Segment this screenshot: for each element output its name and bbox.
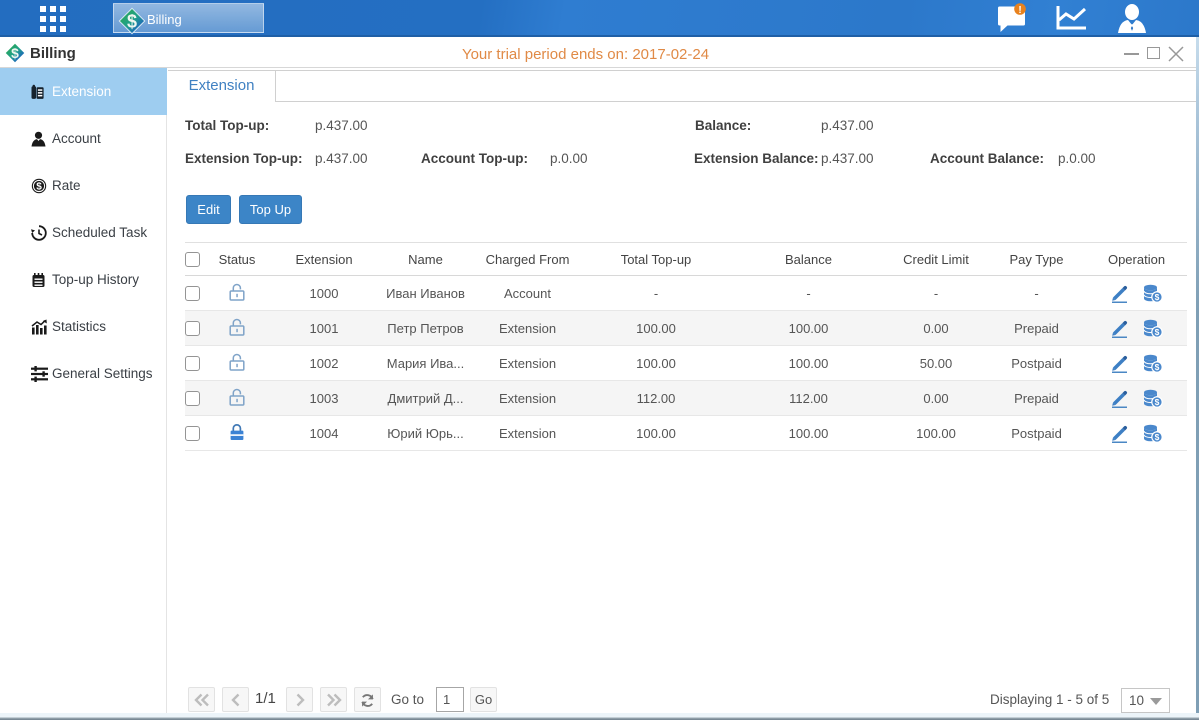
svg-text:$: $ [1154, 362, 1159, 372]
svg-text:$: $ [1154, 327, 1159, 337]
svg-text:$: $ [1154, 397, 1159, 407]
svg-text:!: ! [1018, 5, 1021, 16]
svg-text:$: $ [127, 12, 137, 32]
svg-text:$: $ [1154, 432, 1159, 442]
svg-text:$: $ [36, 181, 42, 192]
svg-text:$: $ [1154, 292, 1159, 302]
